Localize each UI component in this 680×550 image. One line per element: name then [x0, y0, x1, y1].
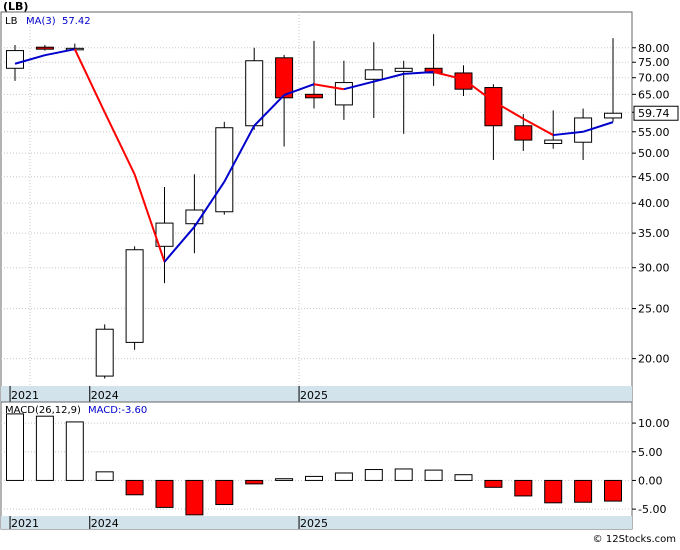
price-x-label: 2025: [300, 389, 328, 402]
price-y-tick-label: 35.00: [638, 227, 670, 240]
candle-body: [514, 125, 533, 141]
macd-bar: [334, 472, 353, 481]
macd-y-tick-label: 10.00: [638, 417, 670, 430]
macd-bar: [6, 413, 24, 481]
candle-body: [35, 46, 54, 50]
price-x-label: 2024: [91, 389, 119, 402]
candle-body: [364, 69, 383, 80]
macd-y-tick-label: 5.00: [638, 446, 663, 459]
candle-body: [394, 67, 413, 72]
macd-bar: [604, 479, 622, 502]
legend-ma-value: 57.42: [62, 16, 91, 27]
price-y-tick-label: 80.00: [638, 42, 670, 55]
macd-bar: [35, 415, 54, 481]
candle-body: [484, 87, 503, 127]
macd-value-label: MACD:-3.60: [88, 405, 147, 416]
macd-title: MACD(26,12,9): [5, 405, 81, 416]
chart-svg: 202120242025 80.0075.0070.0065.0060.0055…: [0, 0, 680, 546]
last-price-label: 59.74: [638, 107, 670, 120]
macd-bar: [514, 479, 533, 497]
macd-bar: [125, 479, 144, 496]
macd-bar: [275, 478, 294, 481]
candle-body: [334, 82, 353, 106]
macd-y-tick-label: -5.00: [638, 503, 666, 516]
price-x-label: 2021: [11, 389, 39, 402]
macd-bar: [364, 469, 383, 481]
price-y-tick-label: 40.00: [638, 197, 670, 210]
macd-bar: [454, 474, 473, 481]
macd-bar: [484, 479, 503, 488]
macd-bar: [185, 479, 204, 516]
macd-x-label: 2025: [300, 517, 328, 530]
candle: [95, 324, 114, 379]
macd-bar: [215, 479, 234, 506]
candle-body: [454, 72, 473, 90]
macd-bar: [574, 479, 593, 503]
candle-body: [95, 328, 114, 377]
macd-x-label: 2024: [91, 517, 119, 530]
price-y-tick-label: 70.00: [638, 72, 670, 85]
legend-symbol: LB: [5, 16, 18, 27]
price-y-tick-label: 30.00: [638, 262, 670, 275]
price-y-tick-label: 20.00: [638, 353, 670, 366]
macd-panel-frame: [0, 401, 633, 530]
macd-bar: [305, 475, 323, 481]
candle-body: [275, 57, 294, 99]
candle-body: [6, 50, 24, 69]
candle: [215, 121, 234, 215]
candle-body: [604, 112, 622, 119]
price-y-tick-label: 50.00: [638, 147, 670, 160]
price-y-tick-label: 65.00: [638, 88, 670, 101]
candle-body: [305, 93, 323, 99]
macd-bar: [394, 468, 413, 481]
stock-chart: 202120242025 80.0075.0070.0065.0060.0055…: [0, 0, 680, 546]
macd-bar: [245, 479, 264, 485]
candle-body: [544, 139, 563, 144]
candle-body: [245, 60, 264, 127]
legend-ma-label: MA(3): [26, 16, 56, 27]
macd-bar: [155, 479, 174, 508]
price-y-tick-label: 55.00: [638, 126, 670, 139]
macd-bar: [424, 469, 443, 481]
price-panel-frame: [0, 11, 633, 403]
price-y-tick-label: 75.00: [638, 56, 670, 69]
macd-y-tick-label: 0.00: [638, 474, 663, 487]
price-y-tick-label: 25.00: [638, 303, 670, 316]
macd-bar: [544, 479, 563, 504]
price-y-tick-label: 45.00: [638, 171, 670, 184]
candle-body: [125, 249, 144, 343]
chart-title: (LB): [3, 0, 28, 13]
candle: [125, 246, 144, 350]
footer-credit: © 12Stocks.com: [593, 534, 676, 545]
macd-x-label: 2021: [11, 517, 39, 530]
macd-bar: [95, 471, 114, 481]
macd-bar: [65, 421, 84, 481]
